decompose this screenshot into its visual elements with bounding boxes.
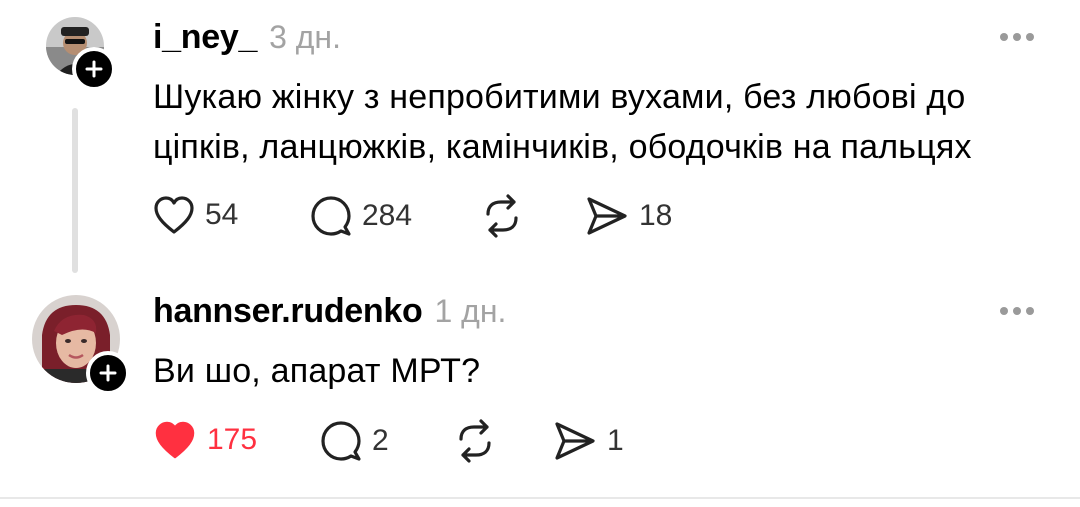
divider (0, 497, 1080, 499)
comment-icon (311, 196, 351, 236)
heart-icon (155, 421, 195, 459)
like-count: 54 (205, 198, 239, 231)
more-icon[interactable] (1000, 307, 1034, 315)
comment-icon (321, 421, 361, 461)
share-icon (587, 197, 627, 235)
more-icon[interactable] (1000, 33, 1034, 41)
like-count: 175 (207, 423, 258, 456)
like-button[interactable]: 54 (153, 195, 238, 235)
plus-icon (99, 364, 117, 382)
follow-button[interactable] (72, 47, 116, 91)
share-icon (555, 422, 595, 460)
comment-count: 2 (372, 424, 389, 457)
share-count: 1 (607, 424, 624, 457)
username[interactable]: i_ney_ (153, 18, 257, 57)
post-text: Ви шо, апарат МРТ? (153, 352, 481, 390)
share-count: 18 (639, 199, 673, 232)
share-button[interactable]: 18 (585, 195, 672, 237)
comment-button[interactable]: 2 (320, 420, 389, 462)
thread-line (72, 108, 78, 273)
repost-button[interactable] (453, 419, 497, 463)
timestamp: 1 дн. (434, 293, 507, 329)
heart-icon (154, 196, 194, 234)
comment-button[interactable]: 284 (310, 195, 412, 237)
repost-icon (459, 419, 491, 463)
post-text: Шукаю жінку з непробитими вухами, без лю… (153, 78, 972, 166)
follow-button[interactable] (86, 351, 130, 395)
timestamp: 3 дн. (269, 19, 341, 55)
username[interactable]: hannser.rudenko (153, 292, 423, 331)
plus-icon (85, 60, 103, 78)
repost-icon (486, 194, 518, 238)
comment-count: 284 (362, 199, 413, 232)
share-button[interactable]: 1 (553, 420, 624, 462)
repost-button[interactable] (480, 194, 524, 238)
like-button[interactable]: 175 (153, 420, 257, 460)
